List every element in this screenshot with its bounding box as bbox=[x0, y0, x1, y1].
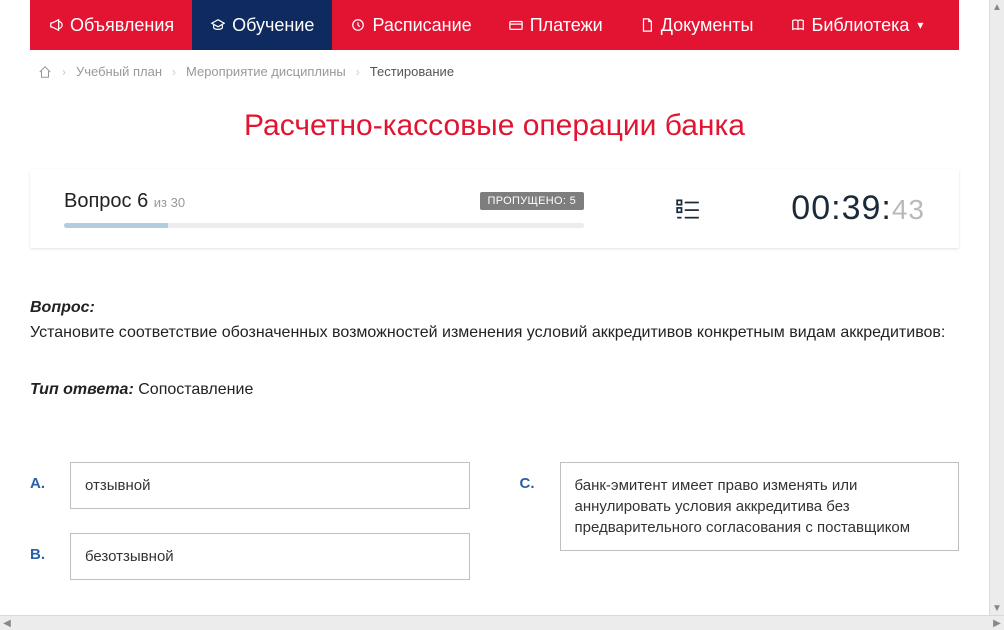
breadcrumb-sep: › bbox=[356, 65, 360, 79]
breadcrumb-link[interactable]: Мероприятие дисциплины bbox=[186, 64, 346, 79]
question-list-button[interactable] bbox=[674, 195, 702, 223]
nav-item-library[interactable]: Библиотека ▾ bbox=[772, 0, 942, 50]
scroll-left-icon[interactable]: ◀ bbox=[0, 616, 14, 630]
answers-right-column: C. банк-эмитент имеет право изменять или… bbox=[520, 462, 960, 604]
answer-letter: C. bbox=[520, 462, 540, 495]
answer-type-label: Тип ответа: bbox=[30, 381, 134, 398]
nav-label: Обучение bbox=[232, 15, 314, 36]
breadcrumb-sep: › bbox=[172, 65, 176, 79]
answer-row: B. безотзывной bbox=[30, 533, 470, 580]
page-title: Расчетно-кассовые операции банка bbox=[30, 89, 959, 169]
breadcrumb-link[interactable]: Учебный план bbox=[76, 64, 162, 79]
skipped-badge: ПРОПУЩЕНО: 5 bbox=[480, 192, 584, 210]
answer-type-value: Сопоставление bbox=[138, 381, 253, 398]
answer-box[interactable]: банк-эмитент имеет право изменять или ан… bbox=[560, 462, 960, 551]
grad-cap-icon bbox=[210, 17, 226, 33]
nav-label: Расписание bbox=[372, 15, 471, 36]
breadcrumb-current: Тестирование bbox=[370, 64, 454, 79]
question-label: Вопрос: bbox=[30, 299, 95, 316]
nav-item-documents[interactable]: Документы bbox=[621, 0, 772, 50]
answer-box[interactable]: безотзывной bbox=[70, 533, 470, 580]
answer-letter: B. bbox=[30, 533, 50, 566]
nav-item-payments[interactable]: Платежи bbox=[490, 0, 621, 50]
nav-label: Документы bbox=[661, 15, 754, 36]
answer-row: C. банк-эмитент имеет право изменять или… bbox=[520, 462, 960, 551]
answer-letter: A. bbox=[30, 462, 50, 495]
breadcrumb-sep: › bbox=[62, 65, 66, 79]
scroll-down-icon[interactable]: ▼ bbox=[990, 601, 1004, 615]
question-counter: Вопрос 6 из 30 bbox=[64, 190, 185, 213]
scroll-up-icon[interactable]: ▲ bbox=[990, 0, 1004, 14]
answer-box[interactable]: отзывной bbox=[70, 462, 470, 509]
nav-label: Библиотека bbox=[812, 15, 910, 36]
nav-item-announcements[interactable]: Объявления bbox=[30, 0, 192, 50]
timer: 00:39:43 bbox=[791, 189, 925, 228]
vertical-scrollbar[interactable]: ▲ ▼ bbox=[989, 0, 1004, 615]
doc-icon bbox=[639, 17, 655, 33]
question-text: Установите соответствие обозначенных воз… bbox=[30, 321, 959, 346]
answers-left-column: A. отзывной B. безотзывной bbox=[30, 462, 470, 604]
megaphone-icon bbox=[48, 17, 64, 33]
chevron-down-icon: ▾ bbox=[917, 18, 923, 32]
progress-bar bbox=[64, 223, 584, 228]
breadcrumb: › Учебный план › Мероприятие дисциплины … bbox=[30, 50, 959, 89]
answer-row: A. отзывной bbox=[30, 462, 470, 509]
home-icon[interactable] bbox=[38, 65, 52, 79]
top-nav: Объявления Обучение Расписание bbox=[30, 0, 959, 50]
card-icon bbox=[508, 17, 524, 33]
nav-item-schedule[interactable]: Расписание bbox=[332, 0, 489, 50]
nav-label: Платежи bbox=[530, 15, 603, 36]
nav-item-learning[interactable]: Обучение bbox=[192, 0, 332, 50]
scroll-right-icon[interactable]: ▶ bbox=[990, 616, 1004, 630]
book-icon bbox=[790, 17, 806, 33]
horizontal-scrollbar[interactable]: ◀ ▶ bbox=[0, 615, 1004, 630]
status-card: Вопрос 6 из 30 ПРОПУЩЕНО: 5 bbox=[30, 169, 959, 248]
nav-label: Объявления bbox=[70, 15, 174, 36]
question-body: Вопрос: Установите соответствие обозначе… bbox=[30, 248, 959, 604]
clock-icon bbox=[350, 17, 366, 33]
